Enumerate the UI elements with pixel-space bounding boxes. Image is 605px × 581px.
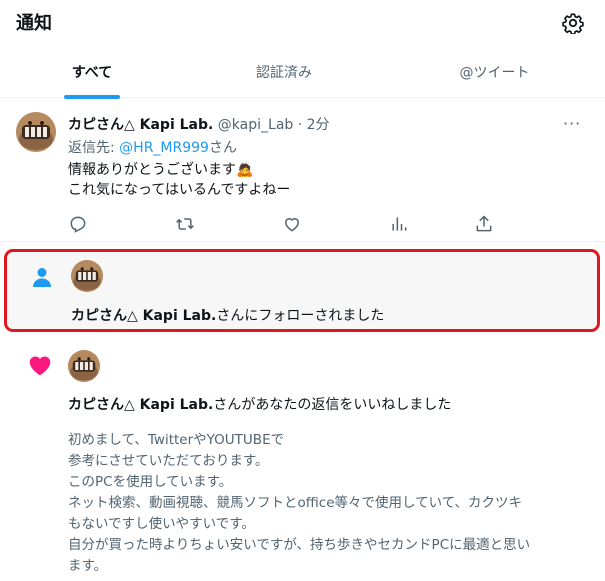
tweet-text: 情報ありがとうございます🙇 これ気になってはいるんですよねー (68, 160, 290, 200)
more-options-icon[interactable]: ··· (563, 114, 581, 133)
tab-mentions[interactable]: @ツイート (384, 52, 605, 98)
reply-mention-link[interactable]: @HR_MR999 (119, 140, 209, 156)
quoted-line: ます。 (68, 558, 108, 574)
follow-text: カピさん△ Kapi Lab.さんにフォローされました (71, 305, 384, 325)
separator: · (297, 117, 303, 133)
tweet-text-line2: これ気になってはいるんですよねー (68, 182, 291, 198)
heart-icon (29, 356, 51, 376)
like-icon[interactable] (282, 214, 302, 234)
share-icon[interactable] (474, 214, 494, 234)
tweet-actions (0, 214, 605, 238)
avatar[interactable] (71, 260, 103, 292)
follow-notification[interactable]: カピさん△ Kapi Lab.さんにフォローされました (4, 249, 600, 332)
tab-bar: すべて 認証済み @ツイート (0, 52, 605, 98)
bowing-emoji: 🙇 (236, 162, 254, 178)
avatar[interactable] (16, 112, 56, 152)
author-name[interactable]: カピさん△ Kapi Lab. (68, 117, 213, 133)
reply-icon[interactable] (68, 214, 88, 234)
liker-name[interactable]: カピさん△ Kapi Lab. (68, 397, 213, 413)
quoted-line: 初めまして、TwitterやYOUTUBEで (68, 432, 285, 448)
header: 通知 (0, 0, 605, 44)
like-suffix: さんがあなたの返信をいいねしました (213, 397, 452, 413)
tweet[interactable]: カピさん△ Kapi Lab. @kapi_Lab · 2分 ··· 返信先: … (0, 100, 605, 242)
retweet-icon[interactable] (175, 214, 195, 234)
reply-suffix: さん (208, 140, 237, 156)
tweet-text-line1: 情報ありがとうございます (68, 162, 236, 178)
reply-prefix: 返信先: (68, 140, 120, 156)
quoted-line: このPCを使用しています。 (68, 474, 233, 490)
tab-verified[interactable]: 認証済み (184, 52, 384, 98)
quoted-line: ネット検索、動画視聴、競馬ソフトとoffice等々で使用していて、カクツキ (68, 495, 523, 511)
person-icon (33, 268, 51, 287)
tweet-header: カピさん△ Kapi Lab. @kapi_Lab · 2分 (68, 114, 330, 134)
tweet-time[interactable]: 2分 (307, 117, 330, 133)
reply-to: 返信先: @HR_MR999さん (68, 137, 237, 157)
like-text: カピさん△ Kapi Lab.さんがあなたの返信をいいねしました (68, 394, 451, 414)
quoted-line: 参考にさせていただております。 (68, 453, 269, 469)
follow-suffix: さんにフォローされました (216, 308, 385, 324)
follower-name[interactable]: カピさん△ Kapi Lab. (71, 308, 216, 324)
quoted-line: 自分が買った時よりちょい安いですが、持ち歩きやセカンドPCに最適と思い (68, 537, 531, 553)
page-title: 通知 (16, 13, 52, 34)
avatar[interactable] (68, 350, 100, 382)
quoted-line: もないですし使いやすいです。 (68, 516, 255, 532)
gear-icon[interactable] (562, 12, 584, 34)
tab-all[interactable]: すべて (0, 52, 184, 98)
liked-reply-text[interactable]: 初めまして、TwitterやYOUTUBEで 参考にさせていただております。 こ… (68, 430, 593, 577)
active-tab-indicator (64, 95, 120, 99)
analytics-icon[interactable] (389, 214, 409, 234)
like-notification[interactable]: カピさん△ Kapi Lab.さんがあなたの返信をいいねしました 初めまして、T… (0, 338, 605, 581)
author-handle[interactable]: @kapi_Lab (218, 117, 293, 133)
